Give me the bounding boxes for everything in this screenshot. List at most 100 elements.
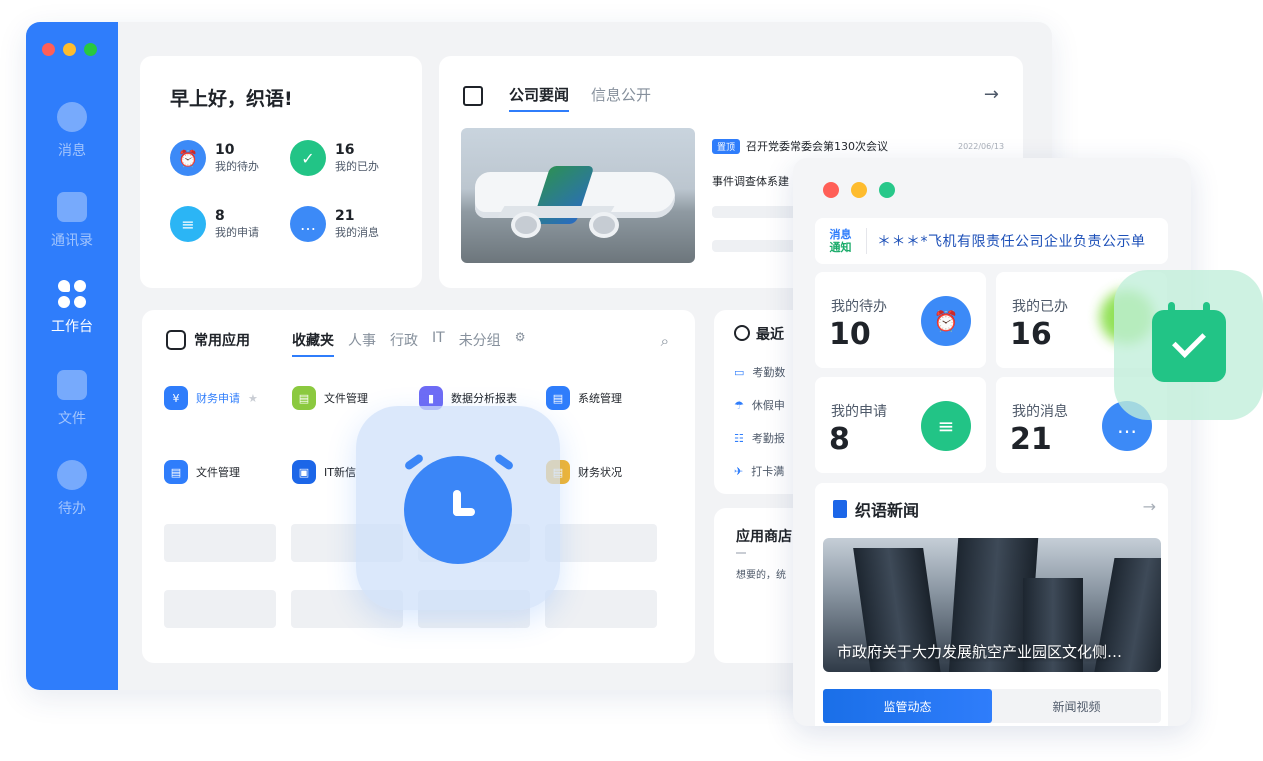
skeleton-block <box>164 524 276 562</box>
buildings-photo[interactable]: 市政府关于大力发展航空产业园区文化侧… <box>823 538 1161 672</box>
maximize-dot[interactable] <box>879 182 895 198</box>
maximize-dot[interactable] <box>84 43 97 56</box>
skeleton-block <box>545 590 657 628</box>
app-label: 数据分析报表 <box>451 392 517 405</box>
stat-label: 我的消息 <box>335 226 379 239</box>
recent-item[interactable]: ✈ 打卡满 <box>734 463 784 479</box>
notice-tag: 消息 通知 <box>815 228 867 254</box>
calendar-check-icon <box>1152 302 1226 382</box>
folder-icon <box>57 370 87 400</box>
calendar-illustration <box>1114 270 1263 420</box>
sidebar-item-workbench[interactable]: 工作台 <box>26 280 118 336</box>
sidebar-item-label: 待办 <box>58 501 86 517</box>
recent-item[interactable]: ☷ 考勤报 <box>734 430 785 446</box>
close-dot[interactable] <box>42 43 55 56</box>
stat-label: 我的申请 <box>215 226 259 239</box>
tab-company-news[interactable]: 公司要闻 <box>509 84 570 112</box>
umbrella-icon: ☂ <box>734 399 744 412</box>
app-it-info[interactable]: ▣ IT新信 <box>292 460 356 484</box>
app-system-management[interactable]: ▤ 系统管理 <box>546 386 622 410</box>
store-title: 应用商店 <box>736 529 792 545</box>
recent-title: 最近 <box>734 324 784 344</box>
skeleton-line <box>712 206 802 218</box>
calendar-check-icon: ✓ <box>290 140 326 176</box>
stat-label: 我的待办 <box>215 160 259 173</box>
news-date: 2022/06/13 <box>958 142 1005 151</box>
news-tabs: 公司要闻 信息公开 <box>509 84 651 112</box>
sidebar-item-label: 通讯录 <box>51 233 93 249</box>
news-caption: 市政府关于大力发展航空产业园区文化侧… <box>837 643 1123 661</box>
stat-label: 我的已办 <box>1012 299 1068 315</box>
sidebar-item-todo[interactable]: 待办 <box>26 460 118 518</box>
tab-hr[interactable]: 人事 <box>348 330 376 357</box>
notice-bar[interactable]: 消息 通知 ＊＊＊*飞机有限责任公司企业负责公示单 <box>815 218 1168 264</box>
news-header: 织语新闻 <box>833 497 919 521</box>
arrow-right-icon[interactable]: → <box>1143 497 1156 516</box>
news-second-line[interactable]: 事件调查体系建 <box>712 173 789 189</box>
sidebar-item-messages[interactable]: 消息 <box>26 102 118 160</box>
attendance-icon: ▭ <box>734 366 745 379</box>
document-icon: ≡ <box>921 401 971 451</box>
folder-icon: ▤ <box>164 460 188 484</box>
greeting-title: 早上好，织语! <box>170 88 293 110</box>
minimize-dot[interactable] <box>851 182 867 198</box>
zhiyu-news-card: 织语新闻 → 市政府关于大力发展航空产业园区文化侧… 监管动态 新闻视频 <box>815 483 1168 726</box>
arrow-right-icon[interactable]: → <box>984 84 999 105</box>
alarm-icon: ⏰ <box>170 140 206 176</box>
stat-num: 21 <box>1010 422 1052 457</box>
stat-num: 8 <box>829 422 850 457</box>
airplane-photo[interactable] <box>461 128 695 263</box>
news-title: 织语新闻 <box>855 501 920 520</box>
search-icon[interactable]: ⌕ <box>661 332 669 350</box>
tab-ungrouped[interactable]: 未分组 <box>459 330 501 357</box>
yen-icon: ¥ <box>164 386 188 410</box>
news-headline[interactable]: 置顶 召开党委常委会第130次会议 <box>712 138 888 154</box>
app-finance-apply[interactable]: ¥ 财务申请 ★ <box>164 386 258 410</box>
pinned-badge: 置顶 <box>712 139 741 154</box>
mobile-stat-todo[interactable]: 我的待办 10 ⏰ <box>815 272 986 368</box>
window-controls <box>823 182 895 198</box>
segment-regulatory[interactable]: 监管动态 <box>823 689 992 723</box>
sidebar-item-contacts[interactable]: 通讯录 <box>26 192 118 250</box>
stat-label: 我的申请 <box>831 404 887 420</box>
app-file-management[interactable]: ▤ 文件管理 <box>292 386 368 410</box>
notice-text: ＊＊＊*飞机有限责任公司企业负责公示单 <box>877 234 1146 250</box>
stat-todo[interactable]: ⏰ 10 我的待办 <box>170 140 259 176</box>
mobile-stat-applications[interactable]: 我的申请 8 ≡ <box>815 377 986 473</box>
contacts-icon <box>57 192 87 222</box>
stat-messages[interactable]: … 21 我的消息 <box>290 206 379 242</box>
app-label: 文件管理 <box>324 392 368 405</box>
skeleton-block <box>164 590 276 628</box>
close-dot[interactable] <box>823 182 839 198</box>
app-file-management-2[interactable]: ▤ 文件管理 <box>164 460 240 484</box>
stat-label: 我的待办 <box>831 299 887 315</box>
tab-info-disclosure[interactable]: 信息公开 <box>591 84 651 112</box>
apps-header: 常用应用 <box>166 330 250 350</box>
segment-news-video[interactable]: 新闻视频 <box>992 689 1161 723</box>
tab-admin[interactable]: 行政 <box>390 330 418 357</box>
recent-item[interactable]: ☂ 休假申 <box>734 397 785 413</box>
sidebar: 消息 通讯录 工作台 文件 待办 <box>26 22 118 690</box>
recent-item[interactable]: ▭ 考勤数 <box>734 364 785 380</box>
stat-done[interactable]: ✓ 16 我的已办 <box>290 140 379 176</box>
stat-applications[interactable]: ≡ 8 我的申请 <box>170 206 259 242</box>
store-desc: 想要的，统 <box>736 570 786 581</box>
stat-num: 10 <box>829 317 871 352</box>
tab-it[interactable]: IT <box>432 330 445 357</box>
todo-icon <box>57 460 87 490</box>
news-headline-text: 召开党委常委会第130次会议 <box>746 140 889 153</box>
stat-num: 8 <box>215 208 225 224</box>
skeleton-line <box>712 240 802 252</box>
document-icon: ≡ <box>170 206 206 242</box>
tab-favorites[interactable]: 收藏夹 <box>292 330 334 357</box>
sidebar-item-files[interactable]: 文件 <box>26 370 118 428</box>
stat-num: 16 <box>335 142 355 158</box>
app-label: 系统管理 <box>578 392 622 405</box>
briefcase-icon <box>463 86 483 106</box>
star-icon[interactable]: ★ <box>248 392 258 405</box>
mobile-window: 消息 通知 ＊＊＊*飞机有限责任公司企业负责公示单 我的待办 10 ⏰ 我的已办… <box>793 158 1191 726</box>
window-controls <box>42 43 97 56</box>
minimize-dot[interactable] <box>63 43 76 56</box>
stat-label: 我的消息 <box>1012 404 1068 420</box>
settings-gear-icon[interactable]: ⚙ <box>515 330 526 357</box>
